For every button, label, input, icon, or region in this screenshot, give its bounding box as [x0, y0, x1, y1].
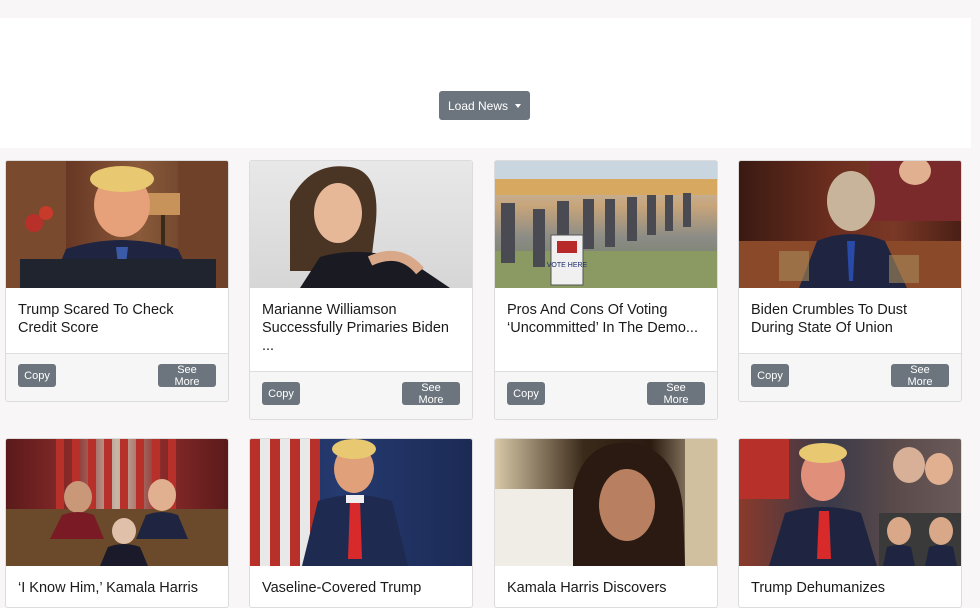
news-card: Trump Scared To Check Credit Score Copy …	[5, 160, 229, 402]
kamala-harris-photo[interactable]	[495, 439, 717, 566]
news-card: Trump Dehumanizes	[738, 438, 962, 608]
trump-desk-illustration	[6, 161, 228, 288]
card-footer: Copy See More	[250, 371, 472, 419]
trump-rally-photo[interactable]	[739, 439, 961, 566]
copy-button[interactable]: Copy	[262, 382, 300, 405]
vote-here-sign: VOTE HERE	[547, 262, 588, 269]
card-title[interactable]: Kamala Harris Discovers	[495, 566, 717, 597]
see-more-button[interactable]: See More	[647, 382, 705, 406]
voting-line-illustration: VOTE HERE	[495, 161, 717, 288]
load-news-label: Load News	[447, 98, 509, 113]
news-card: Vaseline-Covered Trump	[249, 438, 473, 608]
biden-crumbling-photo[interactable]	[739, 161, 961, 288]
biden-illustration	[739, 161, 961, 288]
see-more-button[interactable]: See More	[158, 364, 216, 388]
news-card: Kamala Harris Discovers	[494, 438, 718, 608]
trump-flags-illustration	[250, 439, 408, 566]
copy-button[interactable]: Copy	[751, 364, 789, 387]
copy-button[interactable]: Copy	[18, 364, 56, 387]
card-title[interactable]: Trump Scared To Check Credit Score	[6, 288, 228, 337]
voting-line-photo[interactable]: VOTE HERE	[495, 161, 717, 288]
trump-flags-photo[interactable]	[250, 439, 472, 566]
news-card: ‘I Know Him,’ Kamala Harris	[5, 438, 229, 608]
see-more-button[interactable]: See More	[891, 364, 949, 388]
state-of-union-photo[interactable]	[6, 439, 228, 566]
news-card: Biden Crumbles To Dust During State Of U…	[738, 160, 962, 402]
harris-illustration	[495, 439, 717, 566]
card-title[interactable]: Trump Dehumanizes	[739, 566, 961, 597]
card-footer: Copy See More	[495, 371, 717, 419]
trump-desk-photo[interactable]	[6, 161, 228, 288]
caret-down-icon	[515, 103, 522, 108]
card-title[interactable]: Pros And Cons Of Voting ‘Uncommitted’ In…	[495, 288, 717, 337]
card-footer: Copy See More	[6, 353, 228, 401]
state-of-union-illustration	[6, 439, 228, 566]
marianne-illustration	[290, 166, 450, 288]
see-more-button[interactable]: See More	[402, 382, 460, 406]
marianne-williamson-photo[interactable]	[250, 161, 472, 288]
card-footer: Copy See More	[739, 353, 961, 401]
card-title[interactable]: Biden Crumbles To Dust During State Of U…	[739, 288, 961, 337]
trump-rally-illustration	[739, 439, 961, 566]
news-card: Marianne Williamson Successfully Primari…	[249, 160, 473, 420]
card-title[interactable]: Marianne Williamson Successfully Primari…	[250, 288, 472, 355]
header-panel	[0, 18, 971, 148]
copy-button[interactable]: Copy	[507, 382, 545, 405]
card-title[interactable]: Vaseline-Covered Trump	[250, 566, 472, 597]
news-card: VOTE HERE Pros And Cons Of Voting ‘Uncom…	[494, 160, 718, 420]
load-news-button[interactable]: Load News	[439, 91, 530, 120]
card-title[interactable]: ‘I Know Him,’ Kamala Harris	[6, 566, 228, 597]
